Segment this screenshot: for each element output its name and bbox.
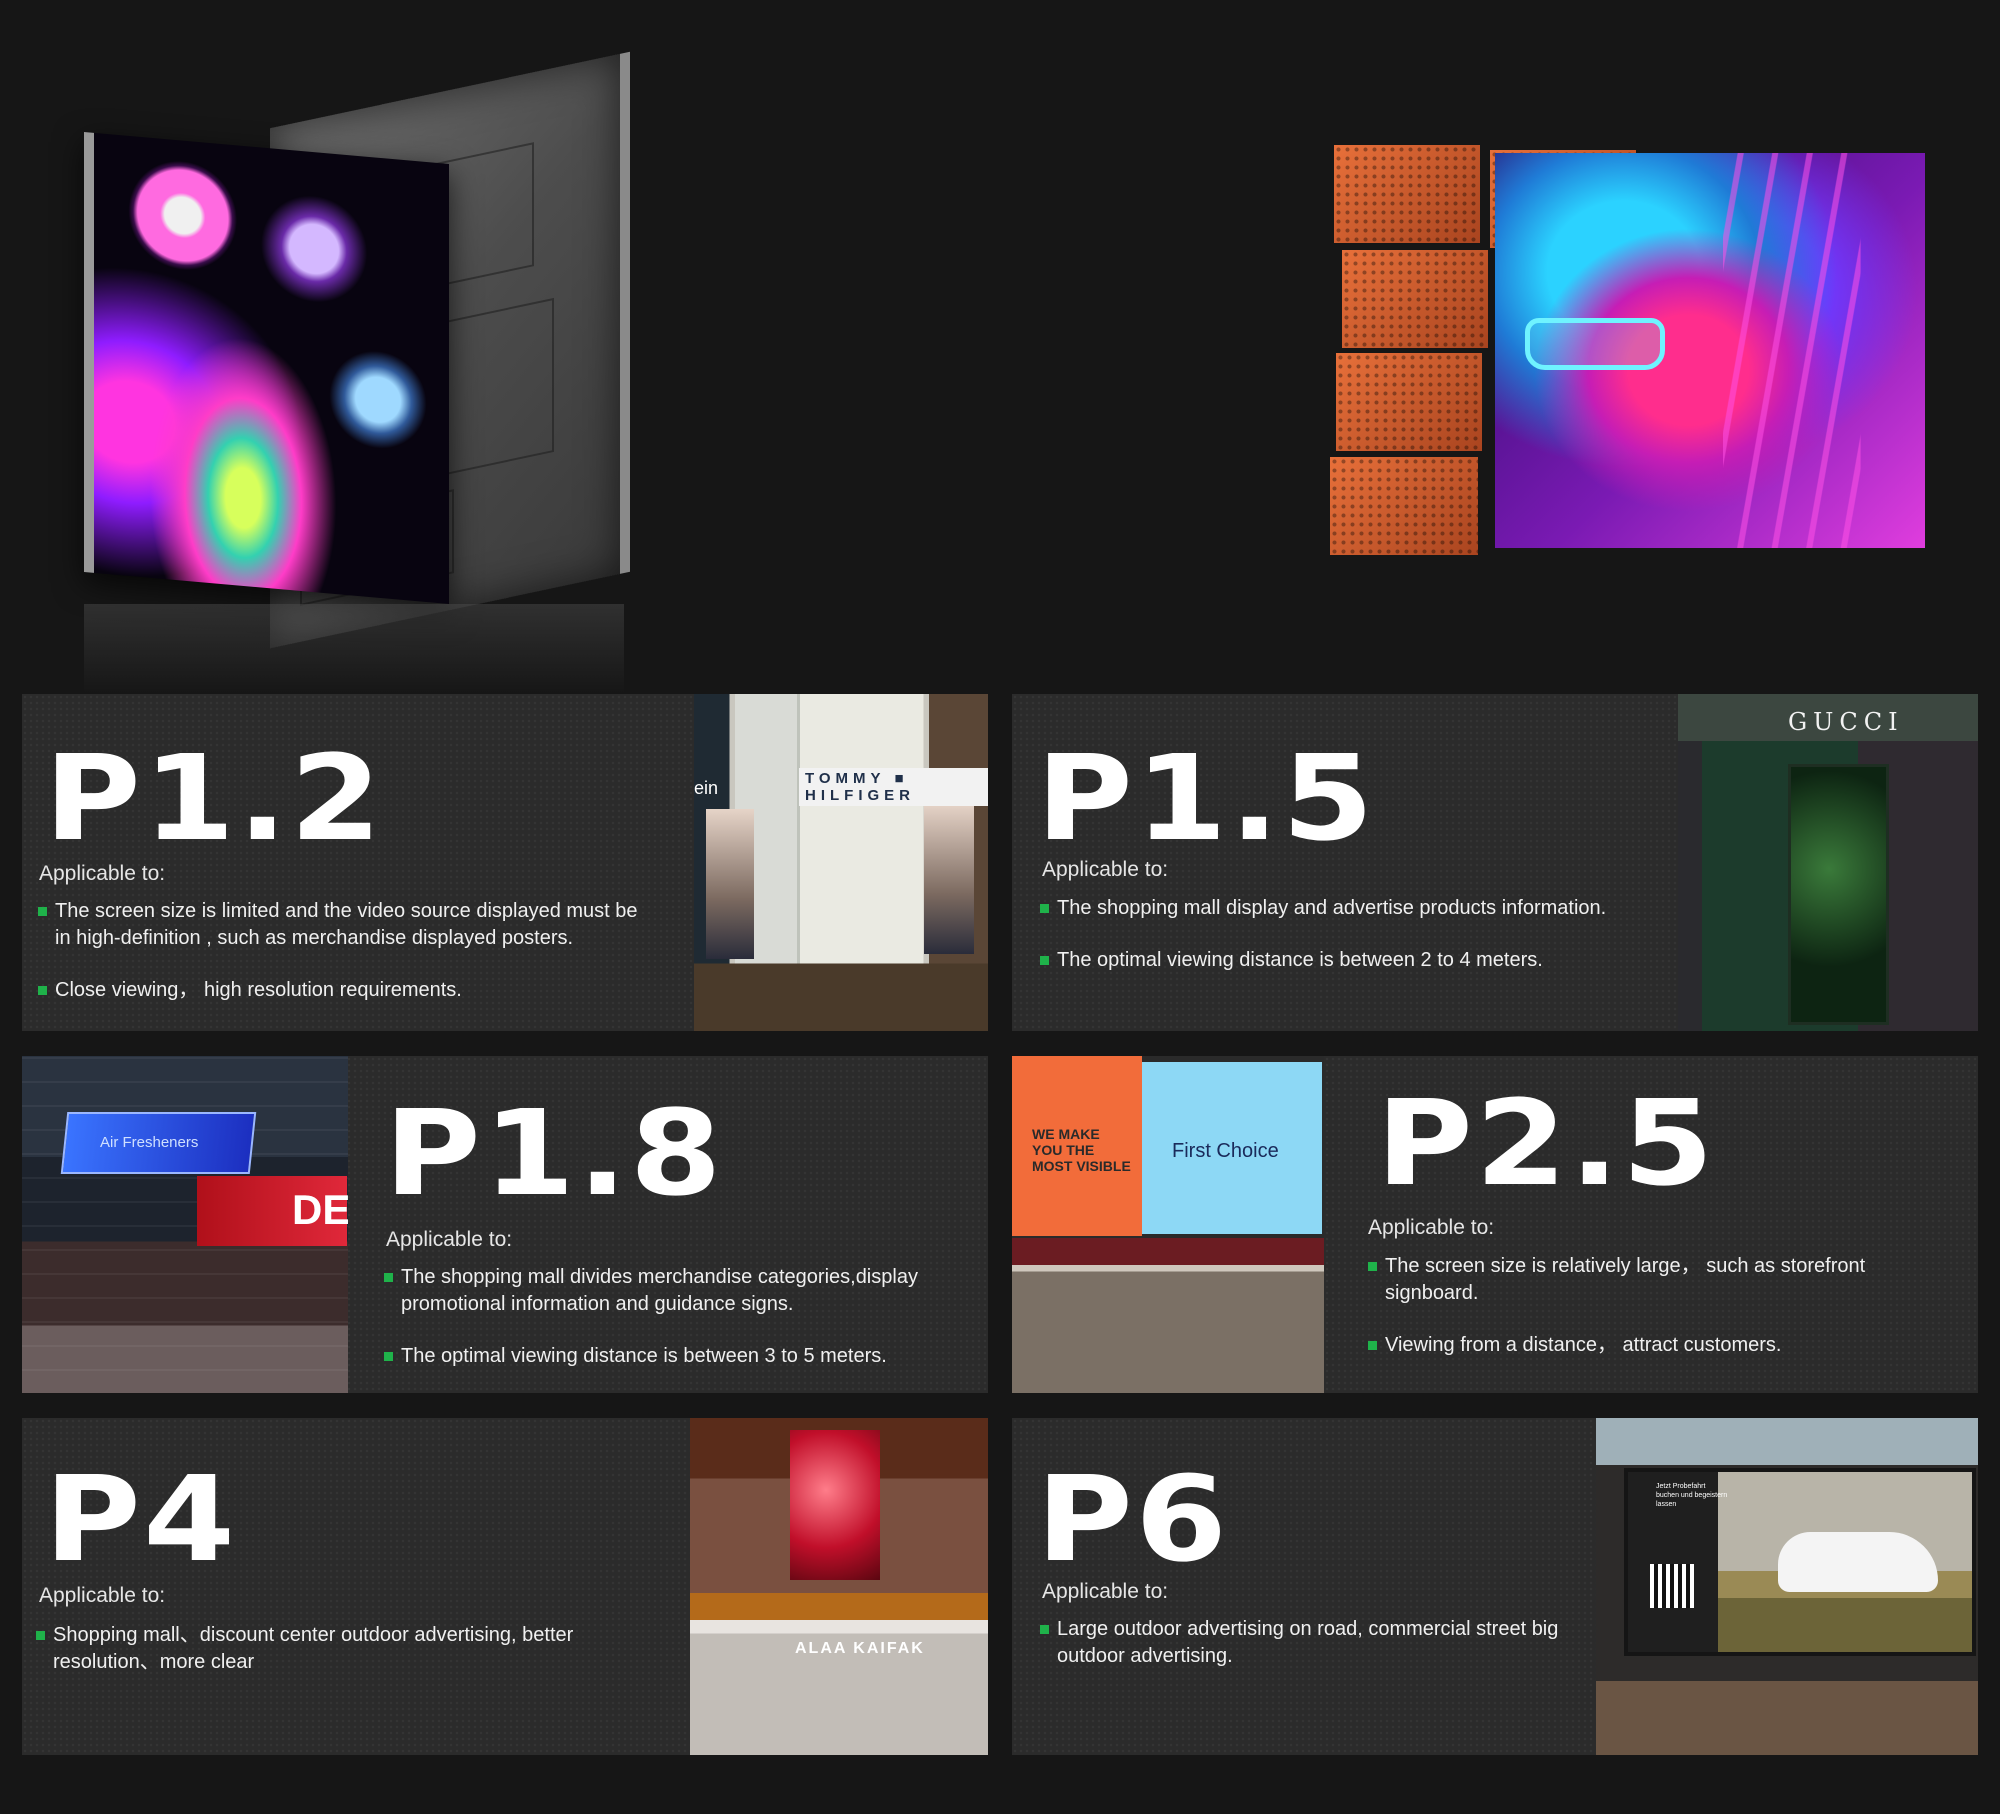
screen-brand: First Choice	[1172, 1140, 1279, 1162]
cabinet-front-screen	[84, 132, 449, 604]
list-item: The shopping mall divides merchandise ca…	[384, 1264, 964, 1318]
applicable-label: Applicable to:	[1042, 1580, 1169, 1603]
list-item: The optimal viewing distance is between …	[384, 1343, 964, 1370]
collage-tile	[1330, 457, 1478, 555]
bullet-icon	[38, 986, 47, 995]
card-p4: P4 Applicable to: Shopping mall、discount…	[22, 1418, 988, 1755]
pitch-title: P6	[1036, 1450, 1230, 1588]
kiosk-screen	[1788, 764, 1889, 1025]
kiosk-sign: GUCCI	[1788, 708, 1904, 736]
store-sign-side: ein	[694, 778, 719, 798]
bullet-icon	[38, 907, 47, 916]
glasses-shape	[1525, 318, 1665, 370]
pitch-title: P2.5	[1376, 1074, 1716, 1212]
billboard-text: Jetzt Probefahrt buchen und begeistern l…	[1656, 1483, 1728, 1508]
mall-store-photo: TOMMY ■ HILFIGER ein	[694, 694, 988, 1031]
red-sign-text: DE	[292, 1186, 348, 1233]
qr-code-icon	[1650, 1564, 1694, 1608]
collage-tile	[1334, 145, 1480, 243]
screen-slogan: WE MAKE YOU THE MOST VISIBLE	[1032, 1126, 1131, 1174]
card-p1-8: Air Fresheners DE P1.8 Applicable to: Th…	[22, 1056, 988, 1393]
poster	[924, 804, 974, 954]
card-p2-5: WE MAKE YOU THE MOST VISIBLE First Choic…	[1012, 1056, 1978, 1393]
pitch-title: P1.5	[1036, 729, 1376, 867]
applicable-label: Applicable to:	[386, 1228, 513, 1251]
pitch-title: P1.8	[384, 1084, 724, 1222]
store-sign: TOMMY ■ HILFIGER	[799, 768, 988, 806]
bullet-icon	[36, 1631, 45, 1640]
neon-portrait	[1495, 153, 1925, 548]
store-sign: ALAA KAIFAK	[795, 1640, 925, 1657]
supermarket-photo: Air Fresheners DE	[22, 1056, 348, 1393]
feature-list: The screen size is limited and the video…	[38, 898, 648, 1029]
list-item: Shopping mall、discount center outdoor ad…	[36, 1622, 576, 1676]
neon-portrait-collage	[1330, 145, 1930, 560]
bullet-icon	[384, 1352, 393, 1361]
applicable-label: Applicable to:	[1042, 858, 1169, 881]
bullet-icon	[1040, 1625, 1049, 1634]
collage-tile	[1342, 250, 1488, 348]
facade-screen	[790, 1430, 880, 1580]
storefront-photo: WE MAKE YOU THE MOST VISIBLE First Choic…	[1012, 1056, 1324, 1393]
list-item: The screen size is limited and the video…	[38, 898, 648, 952]
bullet-icon	[384, 1273, 393, 1282]
poster	[706, 809, 754, 959]
bullet-icon	[1040, 904, 1049, 913]
led-cabinet-image	[78, 51, 638, 694]
pitch-title: P4	[44, 1450, 238, 1588]
bullet-icon	[1040, 956, 1049, 965]
pitch-title: P1.2	[44, 729, 384, 867]
card-p1-2: P1.2 Applicable to: The screen size is l…	[22, 694, 988, 1031]
gucci-kiosk-photo: GUCCI	[1678, 694, 1978, 1031]
feature-list: The screen size is relatively large， suc…	[1368, 1253, 1898, 1384]
applicable-label: Applicable to:	[39, 1584, 166, 1607]
list-item: The shopping mall display and advertise …	[1040, 895, 1680, 922]
list-item: Viewing from a distance， attract custome…	[1368, 1332, 1898, 1359]
list-item: Close viewing， high resolution requireme…	[38, 977, 648, 1004]
feature-list: Large outdoor advertising on road, comme…	[1040, 1616, 1580, 1695]
list-item: The screen size is relatively large， suc…	[1368, 1253, 1898, 1307]
card-p1-5: P1.5 Applicable to: The shopping mall di…	[1012, 694, 1978, 1031]
list-item: The optimal viewing distance is between …	[1040, 947, 1680, 974]
applicable-label: Applicable to:	[1368, 1216, 1495, 1239]
feature-list: Shopping mall、discount center outdoor ad…	[36, 1622, 576, 1701]
bullet-icon	[1368, 1262, 1377, 1271]
hanging-screen-text: Air Fresheners	[100, 1134, 199, 1151]
arabic-storefront-photo: ALAA KAIFAK	[690, 1418, 988, 1755]
list-item: Large outdoor advertising on road, comme…	[1040, 1616, 1580, 1670]
car-shape	[1778, 1532, 1938, 1592]
applicable-label: Applicable to:	[39, 862, 166, 885]
collage-tile	[1336, 353, 1482, 451]
feature-list: The shopping mall divides merchandise ca…	[384, 1264, 964, 1393]
feature-list: The shopping mall display and advertise …	[1040, 895, 1680, 999]
street-billboard-photo: Jetzt Probefahrt buchen und begeistern l…	[1596, 1418, 1978, 1755]
cabinet-reflection	[84, 604, 624, 694]
bullet-icon	[1368, 1341, 1377, 1350]
card-p6: P6 Applicable to: Large outdoor advertis…	[1012, 1418, 1978, 1755]
